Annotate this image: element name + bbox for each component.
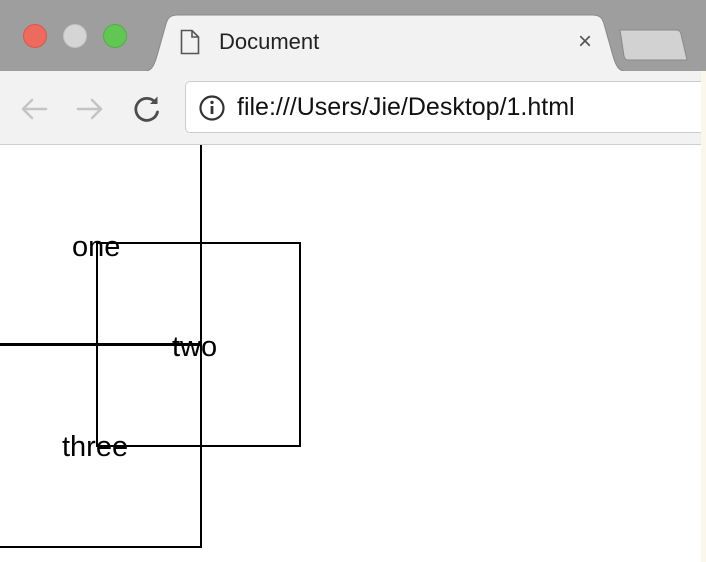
label-three: three bbox=[62, 431, 129, 463]
new-tab-button[interactable] bbox=[618, 28, 688, 62]
browser-toolbar: file:///Users/Jie/Desktop/1.html bbox=[0, 71, 706, 145]
minimize-window-button[interactable] bbox=[63, 24, 87, 48]
address-bar[interactable]: file:///Users/Jie/Desktop/1.html bbox=[185, 81, 706, 133]
document-icon bbox=[180, 29, 200, 55]
tab-close-button[interactable]: × bbox=[572, 29, 598, 55]
info-icon[interactable] bbox=[198, 94, 226, 122]
zoom-window-button[interactable] bbox=[103, 24, 127, 48]
close-window-button[interactable] bbox=[23, 24, 47, 48]
page-content: one two three bbox=[0, 145, 701, 562]
tab-title: Document bbox=[219, 29, 320, 54]
url-text[interactable]: file:///Users/Jie/Desktop/1.html bbox=[237, 92, 575, 122]
title-bar: Document × bbox=[0, 0, 706, 72]
window-edge bbox=[701, 71, 706, 562]
active-tab[interactable] bbox=[140, 14, 630, 72]
horizontal-line bbox=[0, 343, 200, 346]
label-two: two bbox=[172, 331, 218, 363]
back-arrow-icon[interactable] bbox=[18, 93, 50, 125]
label-one: one bbox=[72, 231, 121, 263]
reload-icon[interactable] bbox=[131, 93, 163, 125]
forward-arrow-icon[interactable] bbox=[74, 93, 106, 125]
